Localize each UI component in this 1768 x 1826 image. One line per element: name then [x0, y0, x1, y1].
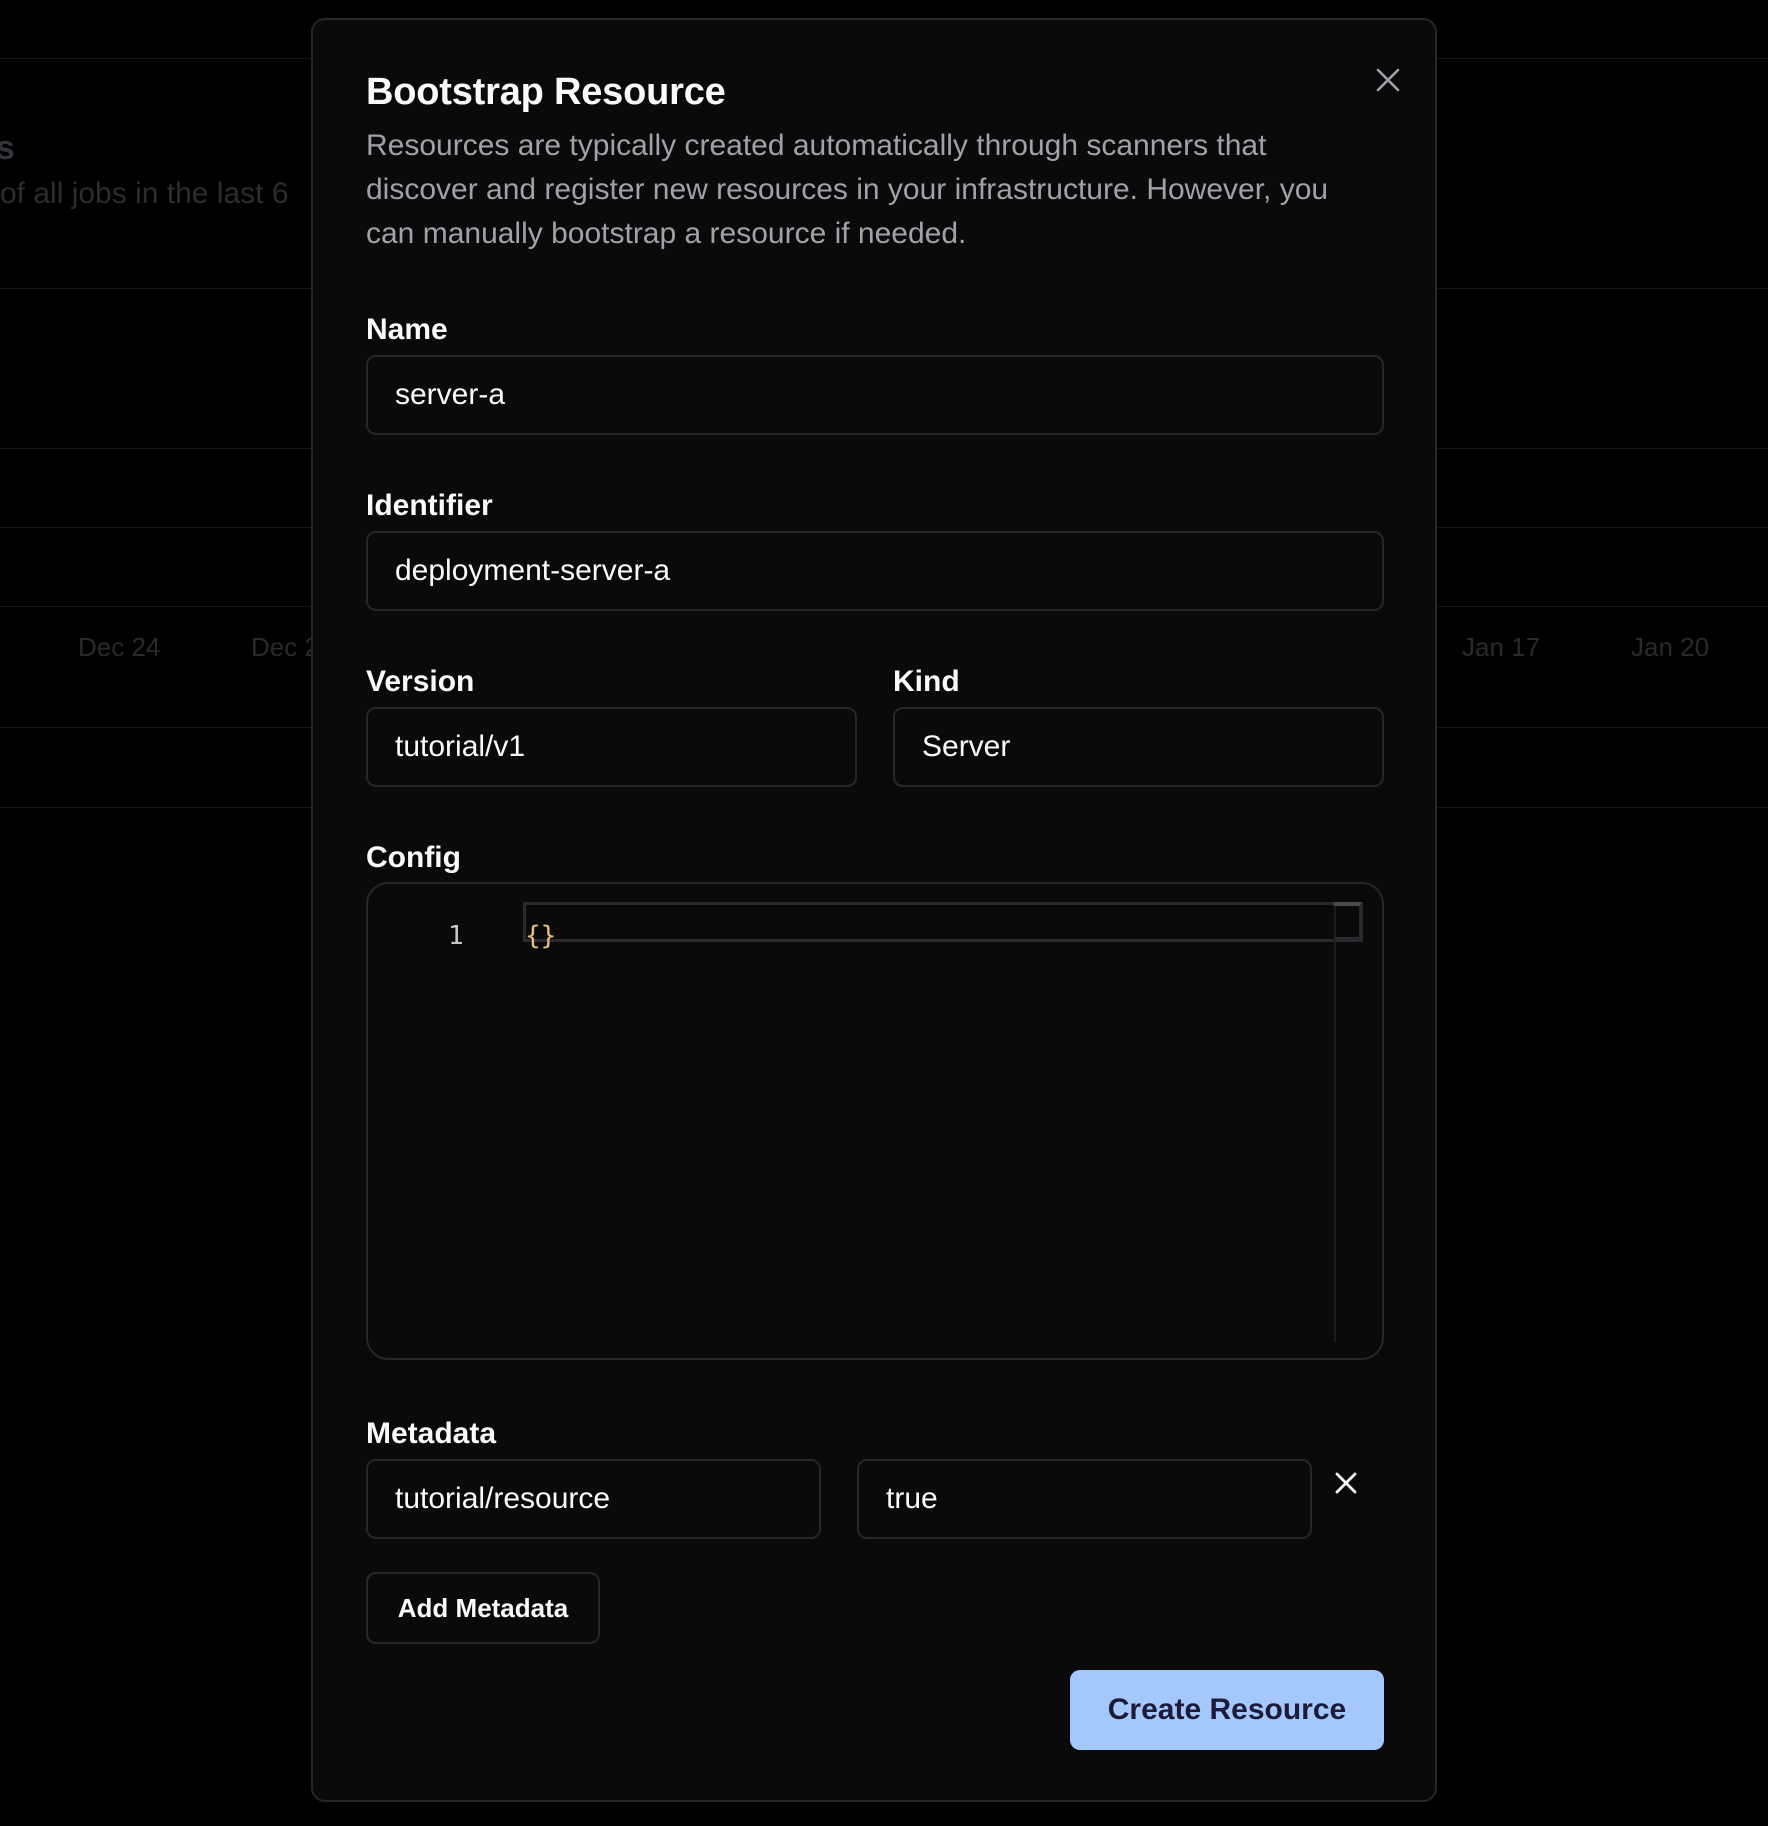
version-label: Version — [366, 665, 475, 698]
remove-metadata-button[interactable] — [1326, 1463, 1366, 1503]
metadata-value-input[interactable]: true — [857, 1459, 1312, 1539]
version-input[interactable]: tutorial/v1 — [366, 707, 857, 787]
chart-axis-tick: Dec 2 — [251, 632, 319, 662]
line-number: 1 — [448, 921, 464, 951]
config-code-editor[interactable]: 1 {} — [366, 882, 1384, 1360]
add-metadata-button[interactable]: Add Metadata — [366, 1572, 600, 1644]
config-label: Config — [366, 841, 461, 874]
active-line-highlight — [523, 902, 1363, 942]
chart-axis-tick: Dec 24 — [78, 632, 161, 662]
bootstrap-resource-dialog: Bootstrap Resource Resources are typical… — [311, 18, 1437, 1802]
page-subtitle-fragment: of all jobs in the last 6 — [0, 177, 289, 210]
editor-scrollbar-track[interactable] — [1334, 902, 1336, 1342]
metadata-key-input[interactable]: tutorial/resource — [366, 1459, 821, 1539]
kind-input[interactable]: Server — [893, 707, 1384, 787]
chart-axis-tick: Jan 17 — [1462, 632, 1541, 662]
kind-label: Kind — [893, 665, 960, 698]
identifier-input[interactable]: deployment-server-a — [366, 531, 1384, 611]
create-resource-button[interactable]: Create Resource — [1070, 1670, 1384, 1750]
chart-axis-tick: Jan 20 — [1631, 632, 1710, 662]
dialog-description: Resources are typically created automati… — [366, 129, 1329, 250]
code-content[interactable]: {} — [525, 916, 556, 956]
x-icon — [1335, 1472, 1357, 1494]
close-button[interactable] — [1368, 60, 1408, 100]
close-icon — [1376, 68, 1400, 92]
identifier-label: Identifier — [366, 489, 493, 522]
editor-scrollbar-thumb[interactable] — [1334, 902, 1362, 940]
name-input[interactable]: server-a — [366, 355, 1384, 435]
page-heading-fragment: s — [0, 129, 15, 167]
metadata-label: Metadata — [366, 1417, 497, 1450]
name-label: Name — [366, 313, 448, 346]
dialog-title: Bootstrap Resource — [366, 71, 726, 113]
